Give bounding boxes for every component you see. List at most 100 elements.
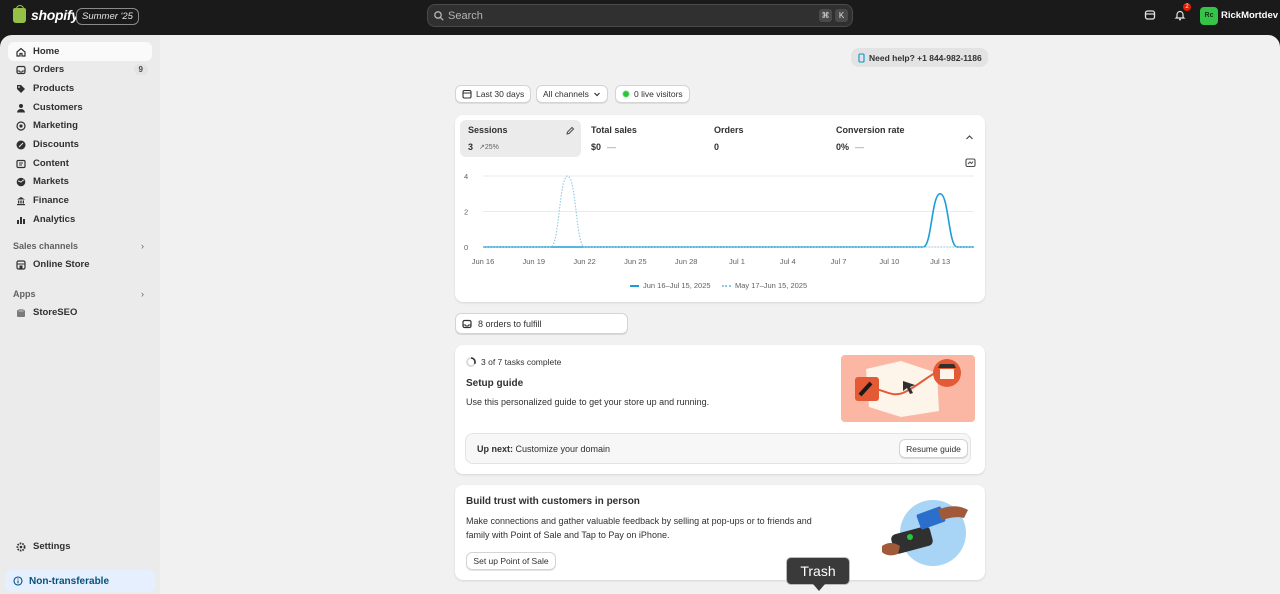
edition-badge: Summer '25 — [76, 8, 139, 25]
sidebar-item-orders[interactable]: Orders 9 — [8, 60, 152, 79]
pencil-icon[interactable] — [565, 126, 575, 136]
store-icon[interactable] — [1141, 6, 1159, 24]
discount-icon — [16, 140, 26, 150]
tasks-progress-text: 3 of 7 tasks complete — [481, 357, 562, 367]
legend-previous[interactable]: May 17–Jun 15, 2025 — [722, 281, 807, 290]
phone-icon — [858, 52, 865, 63]
chevron-right-icon[interactable]: › — [141, 289, 144, 299]
y-tick-label: 2 — [464, 208, 468, 217]
orders-to-fulfill-label: 8 orders to fulfill — [478, 318, 542, 329]
x-tick-label: Jun 25 — [624, 257, 647, 266]
avatar[interactable]: Rc — [1200, 7, 1218, 25]
pos-card-description: Make connections and gather valuable fee… — [466, 516, 812, 540]
gear-icon — [16, 542, 26, 552]
username[interactable]: RickMortdev — [1221, 10, 1278, 21]
sidebar-item-label: Products — [33, 83, 75, 94]
orders-to-fulfill-button[interactable]: 8 orders to fulfill — [455, 313, 628, 334]
nontransferable-label: Non-transferable — [29, 575, 110, 587]
sessions-chart-svg: 4 2 0 Jun 16 Jun 19 Jun 22 Jun 25 Jun 28 Jul 1 Ju… — [464, 172, 974, 266]
metric-label: Conversion rate — [836, 125, 905, 135]
sidebar-item-label: Finance — [33, 195, 69, 206]
sidebar-item-label: Online Store — [33, 259, 90, 270]
shortcut-key-cmd: ⌘ — [819, 9, 832, 22]
channel-filter[interactable]: All channels — [536, 85, 608, 103]
nontransferable-banner[interactable]: Non-transferable — [5, 570, 155, 592]
apps-heading[interactable]: Apps — [13, 289, 36, 299]
sidebar-item-analytics[interactable]: Analytics — [8, 210, 152, 229]
sidebar-item-markets[interactable]: Markets — [8, 172, 152, 191]
legend-solid-swatch — [630, 284, 639, 287]
search-input[interactable]: Search ⌘ K — [427, 4, 853, 27]
sidebar-item-finance[interactable]: Finance — [8, 191, 152, 210]
legend-label-previous: May 17–Jun 15, 2025 — [735, 281, 808, 290]
sales-channels-heading[interactable]: Sales channels — [13, 241, 78, 251]
resume-guide-button[interactable]: Resume guide — [899, 439, 968, 458]
sidebar-item-label: Discounts — [33, 139, 79, 150]
sidebar-item-label: Orders — [33, 64, 65, 75]
x-tick-label: Jul 7 — [831, 257, 847, 266]
live-dot-icon — [622, 90, 630, 98]
orders-count-badge: 9 — [133, 64, 148, 75]
person-icon — [16, 103, 26, 113]
inbox-icon — [16, 65, 26, 75]
sidebar-item-content[interactable]: Content — [8, 154, 152, 173]
metric-conversion-rate[interactable]: Conversion rate 0% — — [828, 120, 949, 157]
progress-ring-icon — [466, 357, 476, 367]
chevron-up-icon[interactable] — [965, 133, 974, 142]
sidebar-item-label: Analytics — [33, 214, 76, 225]
sidebar-item-discounts[interactable]: Discounts — [8, 135, 152, 154]
sidebar-item-marketing[interactable]: Marketing — [8, 116, 152, 135]
metric-trend: — — [855, 142, 865, 152]
setup-pos-button[interactable]: Set up Point of Sale — [466, 552, 556, 570]
calendar-icon — [462, 89, 472, 99]
top-bar: shopify Summer '25 Search ⌘ K 2 Rc RickM… — [0, 0, 1280, 35]
sidebar-item-label: Content — [33, 158, 69, 169]
series-line-current[interactable] — [483, 192, 974, 248]
sidebar-item-label: Markets — [33, 176, 69, 187]
info-icon — [13, 576, 23, 586]
setup-guide-title: Setup guide — [466, 378, 524, 389]
pos-illustration — [882, 500, 968, 566]
date-range-filter[interactable]: Last 30 days — [455, 85, 532, 103]
metric-label: Orders — [714, 125, 744, 135]
sessions-chart: 4 2 0 Jun 16 Jun 19 Jun 22 Jun 25 Jun 28 Jul 1 Ju… — [455, 165, 985, 275]
shortcut-key-k: K — [835, 9, 848, 22]
tag-icon — [16, 84, 26, 94]
legend-label-current: Jun 16–Jul 15, 2025 — [643, 281, 711, 290]
x-tick-label: Jul 1 — [729, 257, 745, 266]
shopify-logo[interactable]: shopify — [13, 4, 79, 23]
setup-guide-description: Use this personalized guide to get your … — [466, 397, 710, 407]
legend-current[interactable]: Jun 16–Jul 15, 2025 — [630, 281, 711, 290]
help-text: Need help? +1 844-982-1186 — [869, 52, 982, 63]
legend-dotted-swatch — [722, 284, 731, 287]
sidebar-item-settings[interactable]: Settings — [8, 537, 152, 556]
chevron-down-icon — [593, 92, 600, 97]
notifications-bell-icon[interactable]: 2 — [1171, 3, 1191, 24]
sidebar-item-label: Marketing — [33, 120, 78, 131]
up-next-panel: Up next: Customize your domain — [465, 433, 971, 464]
sidebar-item-label: Home — [33, 46, 60, 57]
sidebar-item-home[interactable]: Home — [8, 42, 152, 61]
metric-total-sales[interactable]: Total sales $0 — — [583, 120, 704, 157]
x-tick-label: Jun 22 — [573, 257, 596, 266]
trend-up-icon: ↗25% — [479, 144, 499, 151]
tasks-progress: 3 of 7 tasks complete — [466, 357, 561, 367]
sidebar-item-storeseo[interactable]: StoreSEO — [8, 303, 152, 322]
live-visitors-button[interactable]: 0 live visitors — [615, 85, 690, 103]
sidebar-item-label: StoreSEO — [33, 307, 78, 318]
help-button[interactable]: Need help? +1 844-982-1186 — [851, 48, 988, 67]
globe-icon — [16, 177, 26, 187]
metric-orders[interactable]: Orders 0 — [706, 120, 827, 157]
chevron-right-icon[interactable]: › — [141, 241, 144, 251]
home-icon — [16, 47, 26, 57]
sidebar-item-online-store[interactable]: Online Store — [8, 255, 152, 274]
metric-sessions[interactable]: Sessions 3 ↗25% — [460, 120, 581, 157]
sidebar-item-customers[interactable]: Customers — [8, 98, 152, 117]
metric-trend: — — [607, 142, 617, 152]
date-range-label: Last 30 days — [476, 89, 525, 99]
search-icon — [434, 10, 444, 21]
y-tick-label: 0 — [464, 243, 468, 252]
channel-filter-label: All channels — [543, 89, 589, 99]
sidebar-item-products[interactable]: Products — [8, 79, 152, 98]
content-icon — [16, 159, 26, 169]
